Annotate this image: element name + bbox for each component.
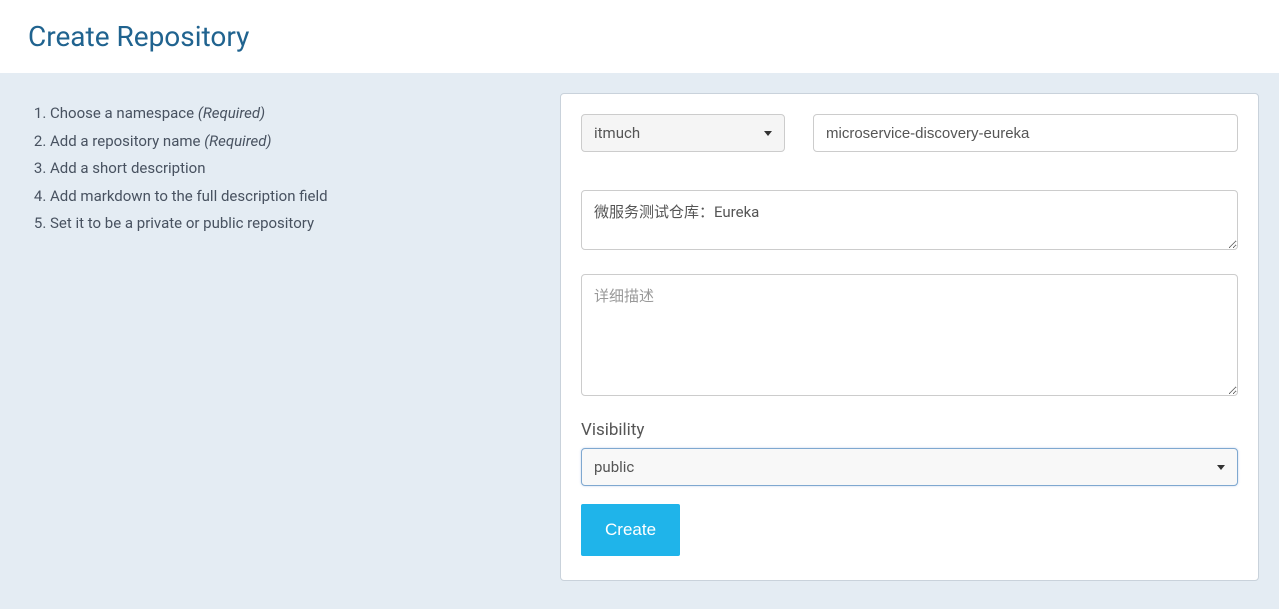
create-button[interactable]: Create [581,504,680,556]
page-title: Create Repository [28,20,1251,53]
full-description-textarea[interactable] [581,274,1238,396]
namespace-selected-value: itmuch [594,124,640,142]
step-item: Add markdown to the full description fie… [50,184,552,210]
step-text: Add markdown to the full description fie… [50,187,328,205]
content-wrapper: Choose a namespace (Required) Add a repo… [0,73,1279,609]
step-item: Add a short description [50,156,552,182]
step-item: Set it to be a private or public reposit… [50,211,552,237]
step-required: (Required) [204,132,271,150]
step-text: Choose a namespace [50,104,198,122]
caret-down-icon [1217,465,1225,470]
step-text: Add a short description [50,159,206,177]
short-description-textarea[interactable]: 微服务测试仓库：Eureka [581,190,1238,250]
steps-list: Choose a namespace (Required) Add a repo… [28,101,552,237]
steps-panel: Choose a namespace (Required) Add a repo… [20,93,560,581]
repo-name-input[interactable] [813,114,1238,152]
form-panel: itmuch 微服务测试仓库：Eureka Visibility public … [560,93,1259,581]
form-column: itmuch 微服务测试仓库：Eureka Visibility public … [560,93,1259,581]
visibility-selected-value: public [594,458,634,476]
caret-down-icon [764,131,772,136]
visibility-select[interactable]: public [581,448,1238,486]
step-text: Add a repository name [50,132,204,150]
visibility-label: Visibility [581,420,1238,440]
step-required: (Required) [198,104,265,122]
namespace-select[interactable]: itmuch [581,114,785,152]
page-header: Create Repository [0,0,1279,73]
step-text: Set it to be a private or public reposit… [50,214,314,232]
step-item: Add a repository name (Required) [50,129,552,155]
step-item: Choose a namespace (Required) [50,101,552,127]
